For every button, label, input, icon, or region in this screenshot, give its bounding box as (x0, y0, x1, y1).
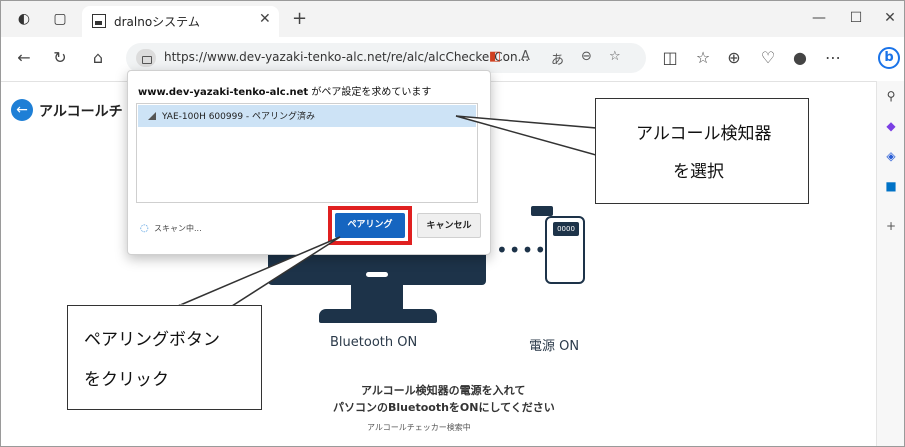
checker-mouthpiece (531, 206, 553, 216)
profile-icon[interactable]: ● (791, 49, 809, 67)
monitor-stand-neck (351, 285, 403, 311)
page-title: アルコールチ (39, 104, 123, 120)
title-bar: ◐ ▢ dralnoシステム ✕ + — ☐ ✕ (1, 1, 904, 37)
power-on-label: 電源 ON (529, 339, 580, 354)
reload-icon[interactable]: ↻ (51, 49, 69, 67)
select-callout-line2: を選択 (673, 162, 724, 182)
outlook-icon[interactable]: ■ (884, 179, 898, 193)
device-list: YAE-100H 600999 - ペアリング済み (136, 103, 478, 203)
translate-icon[interactable]: あ (551, 49, 564, 68)
dialog-title-text: がペア設定を求めています (308, 87, 432, 98)
copilot-icon[interactable]: b (878, 47, 900, 69)
click-pair-callout: ペアリングボタン をクリック (67, 305, 262, 410)
page-back-icon[interactable]: ← (11, 99, 33, 121)
active-tab[interactable]: dralnoシステム ✕ (82, 6, 279, 37)
device-list-item[interactable]: YAE-100H 600999 - ペアリング済み (138, 105, 476, 127)
add-sidebar-app-icon[interactable]: + (884, 219, 898, 233)
tab-close-icon[interactable]: ✕ (259, 11, 271, 27)
bluetooth-pairing-dialog: www.dev-yazaki-tenko-alc.net がペア設定を求めていま… (127, 70, 491, 255)
split-screen-icon[interactable]: ◫ (661, 49, 679, 67)
address-bar[interactable]: https://www.dev-yazaki-tenko-alc.net/re/… (126, 43, 646, 73)
read-aloud-icon[interactable]: A (521, 49, 530, 64)
select-callout-line1: アルコール検知器 (636, 124, 772, 144)
browser-sidebar: ⚲ ◆ ◈ ■ + (876, 81, 904, 446)
device-name: YAE-100H 600999 - ペアリング済み (162, 112, 316, 122)
pair-callout-line1: ペアリングボタン (84, 330, 220, 350)
cancel-button[interactable]: キャンセル (417, 213, 481, 238)
favorite-star-icon[interactable]: ☆ (609, 49, 621, 64)
more-icon[interactable]: ⋯ (824, 49, 842, 67)
zoom-icon[interactable]: ⊖ (581, 49, 592, 64)
back-icon[interactable]: ← (15, 49, 33, 67)
monitor-bar-decoration (366, 272, 388, 277)
select-device-callout: アルコール検知器 を選択 (595, 98, 809, 204)
tab-actions-icon[interactable]: ▢ (51, 10, 69, 28)
tools-icon[interactable]: ◈ (884, 149, 898, 163)
pair-button[interactable]: ペアリング (335, 213, 405, 238)
workspaces-icon[interactable]: ◐ (15, 10, 33, 28)
scanning-spinner-icon: ◌ (140, 223, 149, 234)
searching-status: アルコールチェッカー検索中 (367, 423, 471, 432)
instruction-line-1: アルコール検知器の電源を入れて (361, 384, 526, 397)
close-window-icon[interactable]: ✕ (880, 10, 900, 26)
tab-title: dralnoシステム (114, 15, 200, 29)
page-favicon-icon (92, 14, 106, 28)
signal-strength-icon (148, 112, 156, 120)
monitor-stand-base (319, 309, 437, 323)
home-icon[interactable]: ⌂ (89, 49, 107, 67)
dialog-host: www.dev-yazaki-tenko-alc.net (138, 87, 309, 98)
scanning-text: スキャン中... (154, 224, 202, 233)
maximize-icon[interactable]: ☐ (846, 10, 866, 26)
bluetooth-activity-icon[interactable]: ◧ (489, 49, 501, 64)
checker-screen: 0000 (553, 222, 579, 236)
bluetooth-on-label: Bluetooth ON (330, 335, 418, 350)
minimize-icon[interactable]: — (809, 10, 829, 26)
new-tab-icon[interactable]: + (292, 8, 307, 29)
search-icon[interactable]: ⚲ (884, 89, 898, 103)
lock-icon[interactable] (136, 49, 156, 67)
dialog-title: www.dev-yazaki-tenko-alc.net がペア設定を求めていま… (138, 83, 431, 98)
browser-essentials-icon[interactable]: ♡ (759, 49, 777, 67)
instruction-line-2: パソコンのBluetoothをONにしてください (333, 401, 555, 414)
favorites-icon[interactable]: ☆ (694, 49, 712, 67)
pair-callout-line2: をクリック (84, 370, 169, 390)
shopping-tag-icon[interactable]: ◆ (884, 119, 898, 133)
url-text[interactable]: https://www.dev-yazaki-tenko-alc.net/re/… (164, 50, 529, 64)
collections-icon[interactable]: ⊕ (725, 49, 743, 67)
